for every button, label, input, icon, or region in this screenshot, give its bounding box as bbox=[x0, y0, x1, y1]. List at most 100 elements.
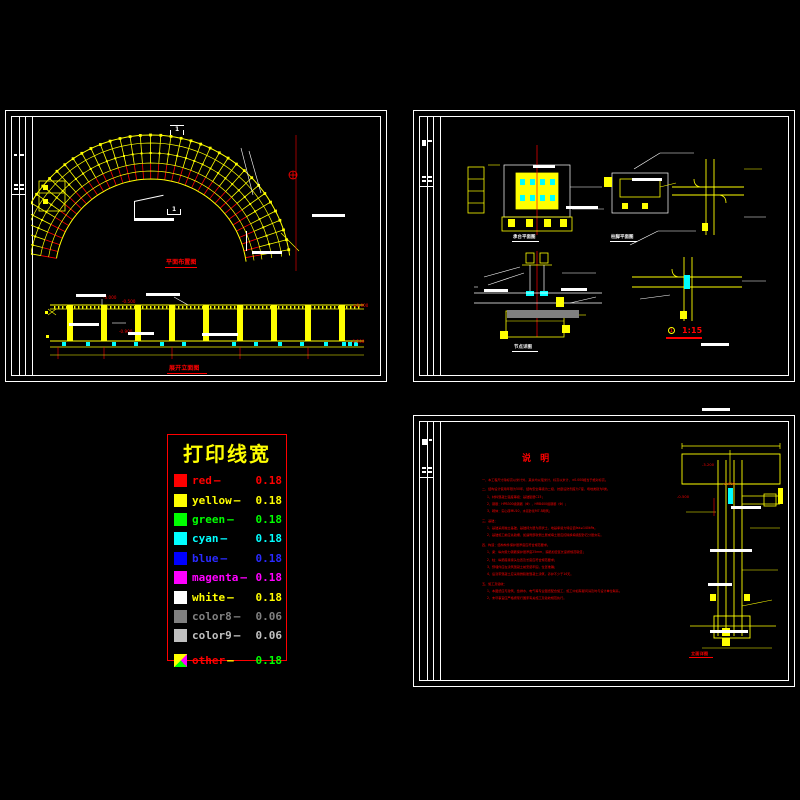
notes-heading: 说 明 bbox=[522, 454, 553, 464]
elevation-level-1: -3.200 bbox=[351, 339, 365, 344]
notes-dim-3: -0.500 bbox=[677, 495, 690, 499]
notes-dim-2: -3.000 bbox=[723, 482, 736, 486]
note-line: 1、本图纸应与建筑、给排水、电气等专业图纸配合施工，施工中如有疑问请及时与设计单… bbox=[487, 589, 622, 594]
drawing-sheet-plan-elevation[interactable]: 1 1 平面布置图 展开立面图 ±0.000 -3.200 -3.000 -0.… bbox=[5, 110, 387, 382]
annotation-leader-2 bbox=[312, 214, 345, 217]
legend-row-green[interactable]: green — 0.18 bbox=[174, 510, 282, 529]
legend-lineweight-value: 0.18 bbox=[255, 551, 283, 565]
legend-color-name: magenta bbox=[192, 571, 239, 585]
legend-lineweight-value: 0.18 bbox=[255, 493, 283, 507]
legend-color-name: other bbox=[192, 653, 226, 667]
hatch-fill-substrate bbox=[507, 310, 579, 318]
legend-swatch-red bbox=[174, 474, 187, 488]
detail-annotation-4 bbox=[484, 289, 508, 292]
drawing-sheet-notes[interactable]: 说 明 一、本工程尺寸除标高以米计外，其余均以毫米计，标高以米计，±0.000相… bbox=[413, 415, 795, 687]
note-line: 1、梁：纵向受力钢筋保护层厚度25mm，箍筋加密区长度按规范取值； bbox=[487, 550, 586, 555]
note-line: 1、材料混凝土强度等级：基础垫层C15； bbox=[487, 494, 545, 499]
detail-annotation-1 bbox=[533, 165, 555, 168]
legend-row-red[interactable]: red — 0.18 bbox=[174, 471, 282, 490]
legend-dash: — bbox=[220, 551, 228, 565]
scale-label: 1:15 bbox=[682, 326, 703, 335]
legend-row-white[interactable]: white — 0.18 bbox=[174, 587, 282, 606]
legend-color-name: red bbox=[192, 474, 212, 488]
notes-dim-1: -3.200 bbox=[702, 463, 715, 467]
titleblock bbox=[419, 421, 441, 681]
detail-title-2: 柱脚平面图 bbox=[611, 235, 634, 240]
elevation-annotation-4 bbox=[202, 333, 238, 336]
notes-annotation-3 bbox=[708, 583, 732, 586]
legend-title: 打印线宽 bbox=[183, 442, 271, 466]
arc-plan-drawing bbox=[31, 133, 300, 271]
detail-annotation-3 bbox=[632, 178, 662, 181]
cad-canvas: 1 1 平面布置图 展开立面图 ±0.000 -3.200 -3.000 -0.… bbox=[0, 0, 800, 800]
legend-row-blue[interactable]: blue — 0.18 bbox=[174, 549, 282, 568]
notes-annotation-1 bbox=[731, 506, 761, 509]
legend-dash: — bbox=[233, 629, 241, 643]
legend-lineweight-value: 0.18 bbox=[255, 590, 283, 604]
note-line: 3、砌体：实心砖MU10，水泥砂浆M7.5砌筑； bbox=[487, 509, 552, 514]
legend-swatch-magenta bbox=[174, 571, 187, 585]
legend-lineweight-value: 0.18 bbox=[255, 571, 283, 585]
legend-dash: — bbox=[220, 532, 228, 546]
section-mark-top: 1 bbox=[175, 126, 180, 133]
note-line: 2、未尽事宜应严格按现行国家有关施工及验收规范执行。 bbox=[487, 596, 567, 601]
legend-row-magenta[interactable]: magenta — 0.18 bbox=[174, 568, 282, 587]
legend-row-color8[interactable]: color8— 0.06 bbox=[174, 607, 282, 626]
legend-row-yellow[interactable]: yellow — 0.18 bbox=[174, 490, 282, 509]
legend-color-name: yellow bbox=[192, 493, 232, 507]
legend-color-name: color9 bbox=[192, 629, 232, 643]
legend-dash: — bbox=[227, 590, 234, 604]
legend-lineweight-value: 0.18 bbox=[255, 512, 283, 526]
legend-dash: — bbox=[240, 571, 247, 585]
legend-rows: red —0.18 yellow —0.18 green —0.18 cyan —0.18 bl… bbox=[174, 471, 282, 670]
elevation-level-0: ±0.000 bbox=[353, 303, 369, 308]
elevation-level-3: -0.500 bbox=[122, 299, 136, 304]
legend-swatch-color9 bbox=[174, 629, 187, 643]
print-lineweight-legend[interactable]: 打印线宽 red —0.18 yellow —0.18 green —0.18 cyan —0… bbox=[167, 434, 287, 667]
legend-swatch-blue bbox=[174, 551, 187, 565]
legend-color-name: green bbox=[192, 512, 226, 526]
note-line: 2、柱：纵筋搭接接头位置及长度应符合规范要求； bbox=[487, 557, 558, 562]
detail-drawings bbox=[467, 145, 766, 339]
note-line: 四、构造：结构构件保护层厚度应符合规范要求。 bbox=[482, 543, 551, 548]
note-line: 1、基础采用独立基础，基础持力层为原状土，地基承载力特征值fak≥140kPa。 bbox=[487, 526, 598, 531]
detail-annotation-5 bbox=[561, 288, 587, 291]
legend-lineweight-value: 0.06 bbox=[255, 609, 283, 623]
elevation-title: 展开立面图 bbox=[169, 365, 200, 372]
legend-swatch-white bbox=[174, 590, 187, 604]
elevation-annotation-2 bbox=[146, 293, 180, 296]
note-line: 二、结构设计使用年限为50年，结构安全等级为二级，抗震设防烈度为7度，场地类别为… bbox=[482, 487, 611, 492]
notes-annotation-4 bbox=[710, 630, 748, 633]
legend-lineweight-value: 0.18 bbox=[255, 532, 283, 546]
drawing-sheet-details[interactable]: 承台平面图 柱脚平面图 节点详图 1 1:15 bbox=[413, 110, 795, 411]
note-line: 2、钢筋：HPB300级钢筋（Φ），HRB400级钢筋（Φ）； bbox=[487, 501, 569, 506]
legend-row-other[interactable]: other — 0.18 bbox=[174, 651, 282, 670]
titleblock bbox=[11, 116, 33, 376]
legend-lineweight-value: 0.06 bbox=[255, 629, 283, 643]
notes-annotation-2 bbox=[710, 549, 752, 552]
legend-row-color9[interactable]: color9— 0.06 bbox=[174, 626, 282, 645]
detail-annotation-2 bbox=[566, 206, 598, 209]
legend-color-name: color8 bbox=[192, 609, 232, 623]
legend-dash: — bbox=[227, 512, 234, 526]
detail-annotation-7 bbox=[702, 408, 730, 411]
plan-title: 平面布置图 bbox=[166, 259, 197, 266]
detail-title-1: 承台平面图 bbox=[513, 235, 536, 240]
note-line: 4、后浇带混凝土应采用微膨胀混凝土浇筑，养护不少于14天。 bbox=[487, 572, 574, 577]
titleblock bbox=[419, 116, 441, 376]
annotation-leader-3 bbox=[252, 251, 282, 254]
note-line: 一、本工程尺寸除标高以米计外，其余均以毫米计，标高以米计，±0.000相当于绝对… bbox=[482, 477, 608, 482]
detail-title-3: 节点详图 bbox=[514, 345, 532, 350]
legend-lineweight-value: 0.18 bbox=[255, 653, 283, 667]
legend-row-cyan[interactable]: cyan — 0.18 bbox=[174, 529, 282, 548]
legend-swatch-cyan bbox=[174, 532, 187, 546]
annotation-leader-1 bbox=[134, 218, 174, 221]
note-line: 三、基础： bbox=[482, 518, 498, 523]
section-mark-bottom: 1 bbox=[172, 206, 177, 213]
legend-dash: — bbox=[233, 493, 241, 507]
note-line: 五、施工及验收： bbox=[482, 581, 507, 586]
legend-color-name: cyan bbox=[192, 532, 219, 546]
legend-dash: — bbox=[227, 653, 234, 667]
elevation-annotation-3 bbox=[69, 323, 99, 326]
legend-color-name: blue bbox=[192, 551, 219, 565]
